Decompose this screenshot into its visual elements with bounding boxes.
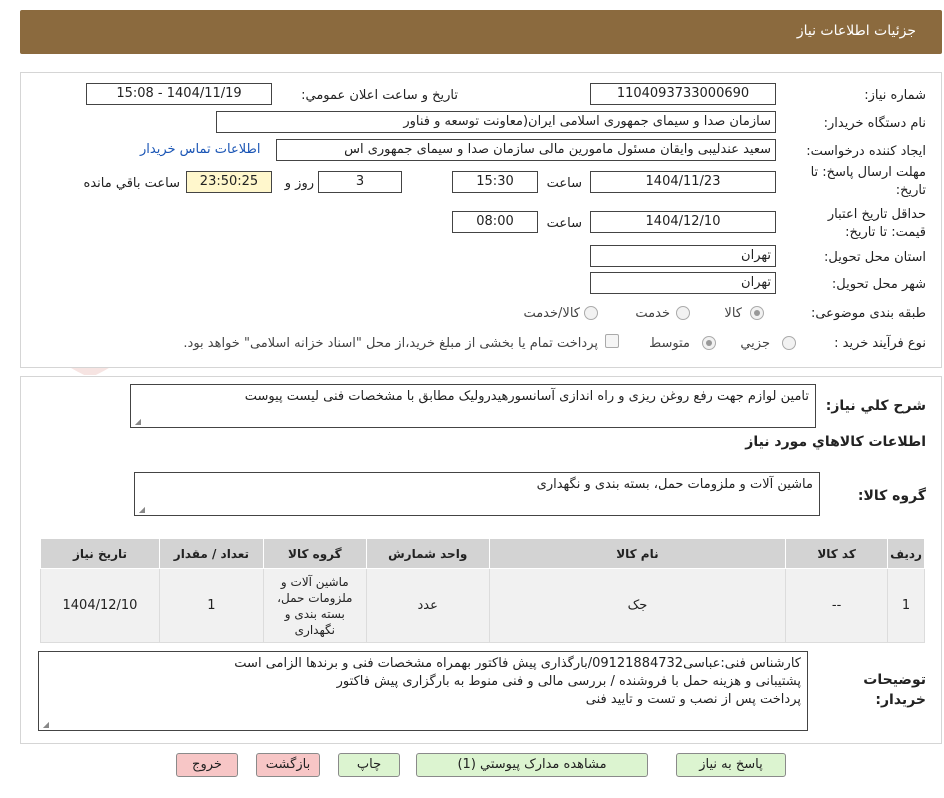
validity-label-date: قيمت: تا تاريخ: [845, 225, 926, 240]
days-remaining-field[interactable]: 3 [318, 171, 402, 193]
buyer-contact-link[interactable]: اطلاعات تماس خريدار [140, 142, 260, 157]
category-option-service: خدمت [635, 306, 670, 321]
process-type-label: نوع فرآيند خريد : [834, 336, 926, 351]
validity-date-field[interactable]: 1404/12/10 [590, 211, 776, 233]
city-label: شهر محل تحويل: [831, 277, 926, 292]
process-radio-minor[interactable] [782, 336, 796, 350]
remaining-time-field[interactable]: 23:50:25 [186, 171, 272, 193]
resize-handle-icon[interactable]: ◢ [133, 418, 141, 426]
need-number-field[interactable]: 1104093733000690 [590, 83, 776, 105]
buyer-notes-textarea[interactable]: کارشناس فنی:عباسی09121884732/بارگذاری پی… [38, 651, 808, 731]
validity-time-label: ساعت [546, 216, 582, 231]
buyer-notes-label: توضيحات [863, 672, 926, 688]
col-header-need-date: تاريخ نياز [40, 538, 160, 569]
table-header-row: رديف کد کالا نام کالا واحد شمارش گروه کا… [40, 538, 925, 569]
exit-button[interactable]: خروج [176, 753, 238, 777]
days-label: روز و [284, 176, 314, 191]
process-option-medium: متوسط [649, 336, 690, 351]
goods-section-title: اطلاعات کالاهاي مورد نياز [745, 434, 926, 450]
goods-table: رديف کد کالا نام کالا واحد شمارش گروه کا… [40, 538, 925, 643]
page-header: جزئیات اطلاعات نیاز [20, 10, 942, 54]
deadline-time-label: ساعت [546, 176, 582, 191]
description-text: تامین لوازم جهت رفع روغن ریزی و راه اندا… [244, 389, 809, 404]
category-label: طبقه بندی موضوعی: [810, 306, 926, 321]
buyer-org-field[interactable]: سازمان صدا و سیمای جمهوری اسلامی ایران(م… [216, 111, 776, 133]
buyer-notes-line-1: کارشناس فنی:عباسی09121884732/بارگذاری پی… [234, 656, 801, 671]
cell-row-number: 1 [887, 568, 925, 643]
reply-button[interactable]: پاسخ به نياز [676, 753, 786, 777]
treasury-docs-note: پرداخت تمام يا بخشی از مبلغ خريد،از محل … [183, 336, 598, 351]
buyer-notes-label-2: خريدار: [875, 692, 926, 708]
back-button[interactable]: بازگشت [256, 753, 320, 777]
validity-label: حداقل تاريخ اعتبار [827, 207, 926, 222]
buyer-org-label: نام دستگاه خريدار: [823, 116, 926, 131]
process-option-minor: جزيي [740, 336, 770, 351]
col-header-unit: واحد شمارش [365, 538, 490, 569]
description-textarea[interactable]: تامین لوازم جهت رفع روغن ریزی و راه اندا… [130, 384, 816, 428]
cell-item-code: -- [785, 568, 889, 643]
cell-unit: عدد [365, 568, 490, 643]
col-header-item-code: کد کالا [785, 538, 889, 569]
creator-label: ايجاد کننده درخواست: [806, 144, 926, 159]
validity-time-field[interactable]: 08:00 [452, 211, 538, 233]
province-field[interactable]: تهران [590, 245, 776, 267]
table-row[interactable]: 1 -- جک عدد ماشین آلات و ملزومات حمل، بس… [40, 568, 925, 643]
province-label: استان محل تحويل: [824, 250, 926, 265]
need-number-label: شماره نیاز: [864, 88, 926, 103]
category-radio-service[interactable] [676, 306, 690, 320]
col-header-item-name: نام کالا [488, 538, 787, 569]
cell-quantity: 1 [158, 568, 264, 643]
category-radio-goods-service[interactable] [584, 306, 598, 320]
process-radio-medium[interactable] [702, 336, 716, 350]
category-option-goods-service: کالا/خدمت [523, 306, 580, 321]
col-header-goods-group: گروه کالا [262, 538, 367, 569]
col-header-row-number: رديف [887, 538, 925, 569]
cell-need-date: 1404/12/10 [40, 568, 160, 643]
creator-field[interactable]: سعید عندلیبی وایقان مسئول مامورین مالی س… [276, 139, 776, 161]
buyer-notes-line-3: پرداخت پس از نصب و تست و تایید فنی [585, 692, 801, 707]
announce-datetime-field[interactable]: 1404/11/19 - 15:08 [86, 83, 272, 105]
category-radio-goods[interactable] [750, 306, 764, 320]
view-attachments-button[interactable]: مشاهده مدارک پيوستي (1) [416, 753, 648, 777]
deadline-label-date: تاريخ: [895, 183, 926, 198]
print-button[interactable]: چاپ [338, 753, 400, 777]
announce-label: تاریخ و ساعت اعلان عمومي: [301, 88, 458, 103]
city-field[interactable]: تهران [590, 272, 776, 294]
cell-goods-group: ماشین آلات و ملزومات حمل، بسته بندی و نگ… [262, 568, 367, 643]
resize-handle-icon[interactable]: ◢ [41, 721, 49, 729]
remaining-time-label: ساعت باقي مانده [83, 176, 180, 191]
resize-handle-icon[interactable]: ◢ [137, 506, 145, 514]
col-header-quantity: تعداد / مقدار [158, 538, 264, 569]
page-title: جزئیات اطلاعات نیاز [796, 23, 916, 39]
buyer-notes-line-2: پشتیبانی و هزینه حمل با فروشنده / بررسی … [336, 674, 801, 689]
description-label: شرح کلي نياز: [825, 398, 926, 414]
deadline-label: مهلت ارسال پاسخ: تا [810, 165, 926, 180]
deadline-time-field[interactable]: 15:30 [452, 171, 538, 193]
goods-group-text: ماشین آلات و ملزومات حمل، بسته بندی و نگ… [536, 477, 813, 492]
goods-group-textarea[interactable]: ماشین آلات و ملزومات حمل، بسته بندی و نگ… [134, 472, 820, 516]
deadline-date-field[interactable]: 1404/11/23 [590, 171, 776, 193]
treasury-docs-checkbox[interactable] [605, 334, 619, 348]
goods-group-label: گروه کالا: [857, 488, 926, 504]
category-option-goods: کالا [724, 306, 742, 321]
cell-item-name: جک [488, 568, 787, 643]
